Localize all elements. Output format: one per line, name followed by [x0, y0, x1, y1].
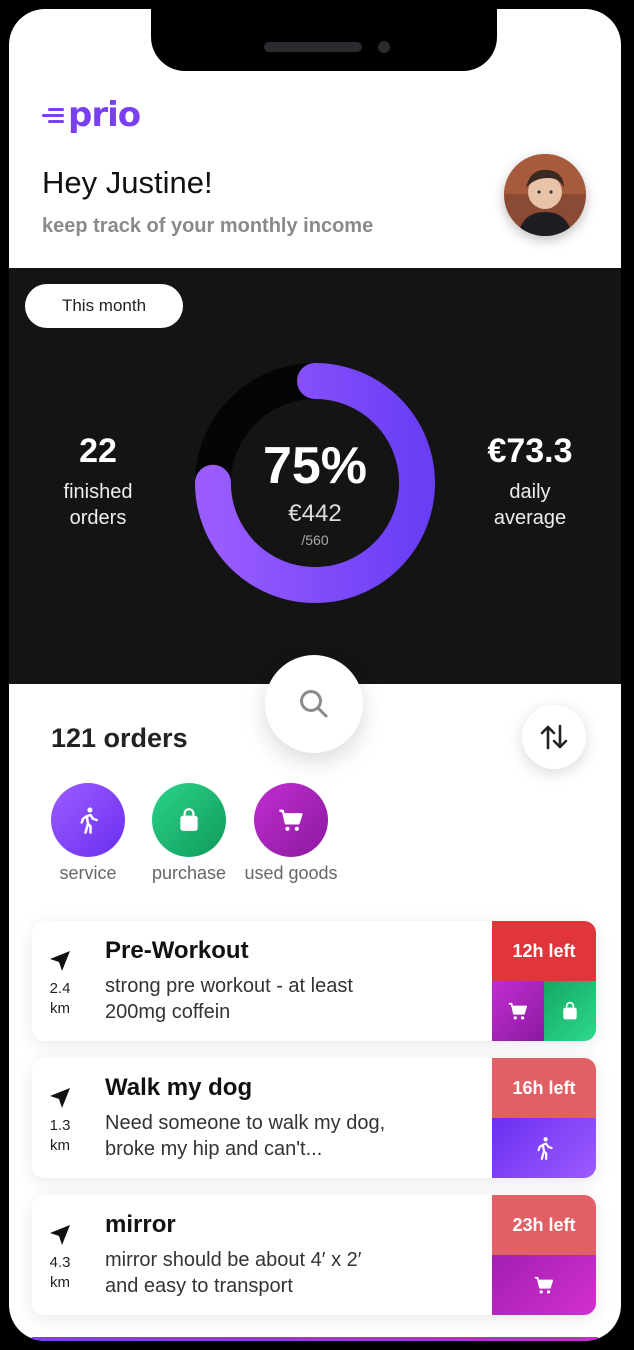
cart-icon — [534, 1276, 554, 1294]
order-distance: 1.3 km — [49, 1117, 71, 1154]
greeting-title: Hey Justine! — [42, 165, 213, 200]
sort-arrows-icon — [540, 724, 568, 750]
finished-orders-label: finished orders — [63, 481, 133, 529]
notch — [151, 9, 497, 71]
donut-center: 75% €442 /560 — [192, 360, 438, 606]
order-tag-used-goods — [492, 1255, 596, 1315]
cart-icon — [508, 1002, 528, 1020]
time-left-badge: 23h left — [492, 1195, 596, 1255]
navigation-arrow-icon — [50, 951, 70, 971]
app-screen: prio Hey Justine! keep track of your mon… — [9, 9, 621, 1341]
progress-percent: 75% — [262, 437, 368, 495]
order-distance: 2.4 km — [49, 980, 71, 1017]
bag-icon — [180, 808, 198, 831]
navigation-arrow-icon — [50, 1225, 70, 1245]
sort-button[interactable] — [522, 705, 586, 769]
category-purchase[interactable]: purchase — [134, 783, 244, 884]
logo-lines-icon — [40, 107, 64, 123]
category-used-goods-badge — [254, 783, 328, 857]
order-tag-used-goods — [492, 981, 544, 1041]
period-selector[interactable]: This month — [25, 284, 183, 328]
walking-icon — [537, 1137, 553, 1160]
order-distance: 4.3 km — [49, 1254, 71, 1291]
category-purchase-label: purchase — [151, 863, 227, 883]
progress-amount: €442 — [288, 500, 342, 527]
avatar-image — [504, 154, 586, 236]
category-purchase-badge — [152, 783, 226, 857]
greeting-subtitle: keep track of your monthly income — [42, 215, 374, 237]
bag-icon — [563, 1001, 577, 1020]
camera — [378, 41, 390, 53]
category-used-goods[interactable]: used goods — [236, 783, 346, 884]
search-icon — [300, 690, 328, 718]
avatar[interactable] — [504, 154, 586, 236]
order-description: mirror should be about 4′ x 2′ and easy t… — [105, 1249, 362, 1297]
category-service-label: service — [59, 863, 117, 883]
phone-frame: prio Hey Justine! keep track of your mon… — [0, 0, 634, 1350]
order-card[interactable]: 2.4 km Pre-Workout strong pre workout - a… — [32, 921, 596, 1041]
order-tag-service — [492, 1118, 596, 1178]
progress-goal: /560 — [301, 532, 329, 548]
walking-icon — [80, 807, 98, 834]
category-service[interactable]: service — [33, 783, 143, 884]
bottom-accent-bar — [31, 1337, 599, 1341]
app-logo: prio — [40, 95, 141, 135]
cart-icon — [279, 809, 303, 831]
category-used-goods-label: used goods — [244, 863, 338, 883]
orders-count: 121 orders — [51, 723, 188, 753]
order-description: strong pre workout - at least 200mg coffe… — [105, 975, 353, 1023]
finished-orders-value: 22 — [79, 432, 117, 470]
logo-text: prio — [68, 95, 141, 135]
daily-average-stat: €73.3 daily average — [461, 432, 599, 531]
category-service-badge — [51, 783, 125, 857]
finished-orders-stat: 22 finished orders — [31, 432, 165, 531]
time-left-badge: 16h left — [492, 1058, 596, 1118]
order-title: mirror — [105, 1211, 176, 1238]
income-summary-panel: This month 22 finished orders 75% €442 /… — [9, 268, 621, 684]
search-button[interactable] — [265, 655, 363, 753]
daily-average-label: daily average — [493, 481, 567, 529]
order-title: Walk my dog — [105, 1074, 253, 1101]
order-tag-purchase — [544, 981, 596, 1041]
order-description: Need someone to walk my dog, broke my hip… — [105, 1112, 386, 1160]
navigation-arrow-icon — [50, 1088, 70, 1108]
order-title: Pre-Workout — [105, 937, 249, 964]
speaker — [264, 42, 362, 52]
order-card[interactable]: 4.3 km mirror mirror should be about 4′ x… — [32, 1195, 596, 1315]
time-left-badge: 12h left — [492, 921, 596, 981]
order-card[interactable]: 1.3 km Walk my dog Need someone to walk m… — [32, 1058, 596, 1178]
daily-average-value: €73.3 — [487, 432, 573, 470]
